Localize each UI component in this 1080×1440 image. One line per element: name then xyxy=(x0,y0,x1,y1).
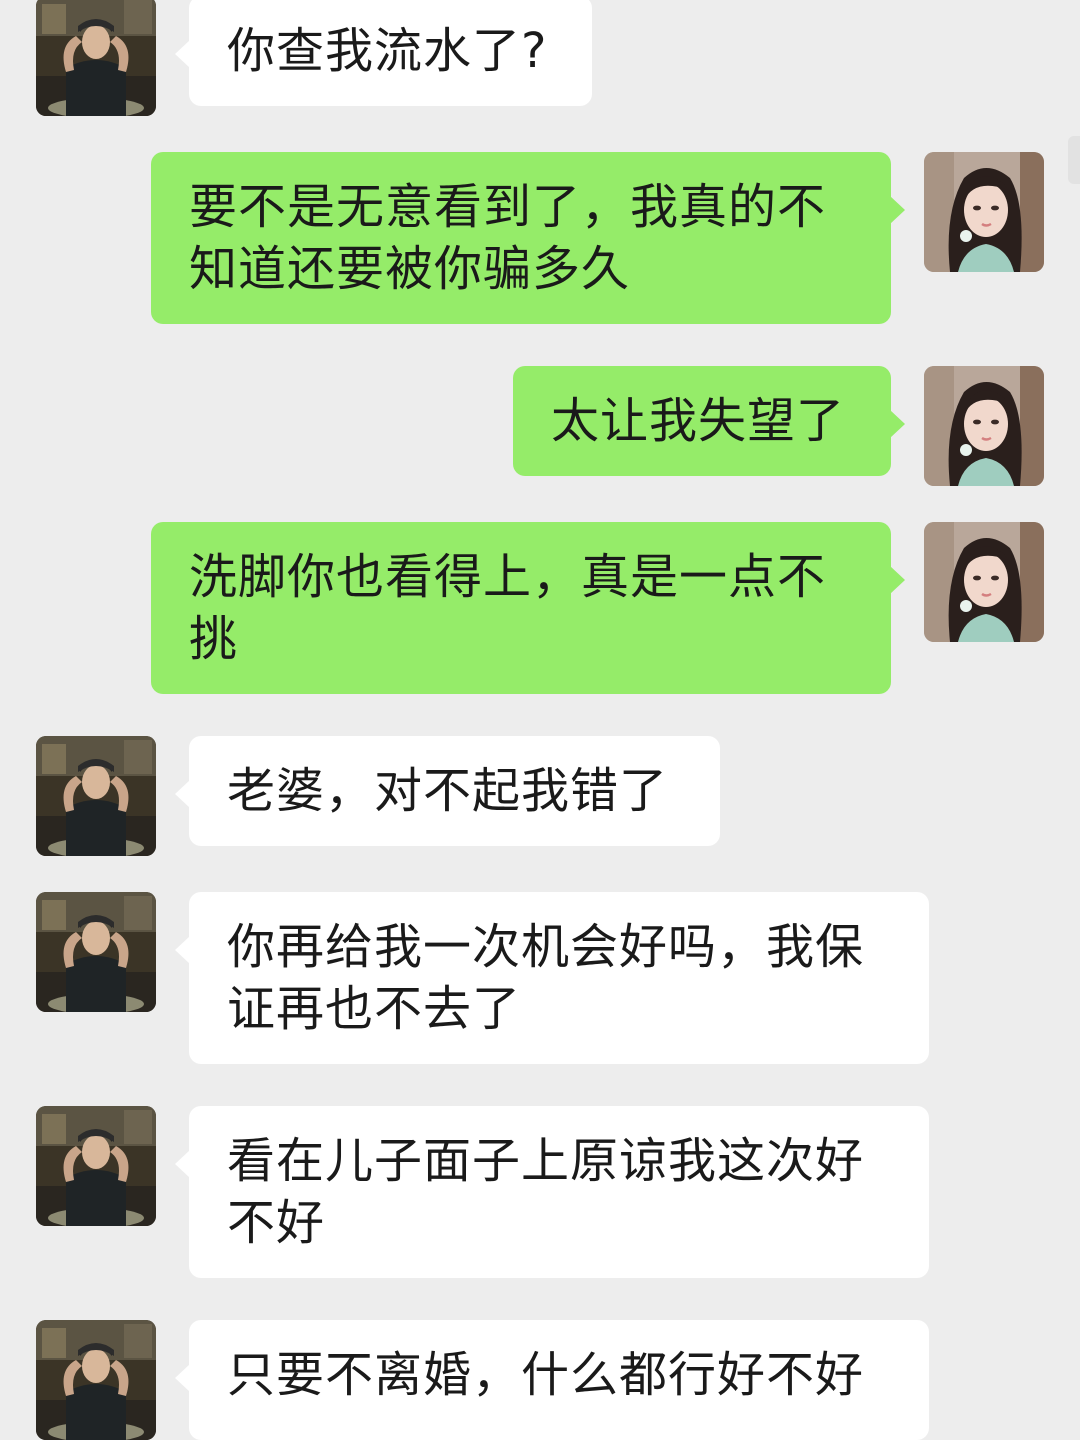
chat-history[interactable]: 你查我流水了? 要不是无意看到了，我真的不知道还要被你骗多久 太让我失望了 洗脚… xyxy=(0,0,1080,1440)
message-text: 你再给我一次机会好吗，我保证再也不去了 xyxy=(227,919,865,1037)
my-avatar[interactable] xyxy=(924,522,1044,642)
contact-avatar[interactable] xyxy=(36,1320,156,1440)
message-bubble[interactable]: 你查我流水了? xyxy=(175,0,592,106)
message-text: 洗脚你也看得上，真是一点不挑 xyxy=(189,549,827,667)
my-avatar[interactable] xyxy=(924,366,1044,486)
message-text: 只要不离婚，什么都行好不好 xyxy=(227,1347,865,1403)
message-bubble[interactable]: 要不是无意看到了，我真的不知道还要被你骗多久 xyxy=(151,152,905,324)
message-bubble[interactable]: 看在儿子面子上原谅我这次好不好 xyxy=(175,1106,929,1278)
message-text: 老婆，对不起我错了 xyxy=(227,763,669,819)
message-bubble[interactable]: 洗脚你也看得上，真是一点不挑 xyxy=(151,522,905,694)
message-text: 看在儿子面子上原谅我这次好不好 xyxy=(227,1133,865,1251)
contact-avatar[interactable] xyxy=(36,0,156,116)
message-bubble[interactable]: 只要不离婚，什么都行好不好 xyxy=(175,1320,929,1440)
message-bubble[interactable]: 你再给我一次机会好吗，我保证再也不去了 xyxy=(175,892,929,1064)
my-avatar[interactable] xyxy=(924,152,1044,272)
message-bubble[interactable]: 老婆，对不起我错了 xyxy=(175,736,720,846)
contact-avatar[interactable] xyxy=(36,1106,156,1226)
scrollbar-thumb[interactable] xyxy=(1068,136,1080,184)
contact-avatar[interactable] xyxy=(36,736,156,856)
message-text: 你查我流水了? xyxy=(227,23,548,79)
contact-avatar[interactable] xyxy=(36,892,156,1012)
message-text: 太让我失望了 xyxy=(551,393,846,449)
message-bubble[interactable]: 太让我失望了 xyxy=(513,366,905,476)
message-text: 要不是无意看到了，我真的不知道还要被你骗多久 xyxy=(189,179,827,297)
